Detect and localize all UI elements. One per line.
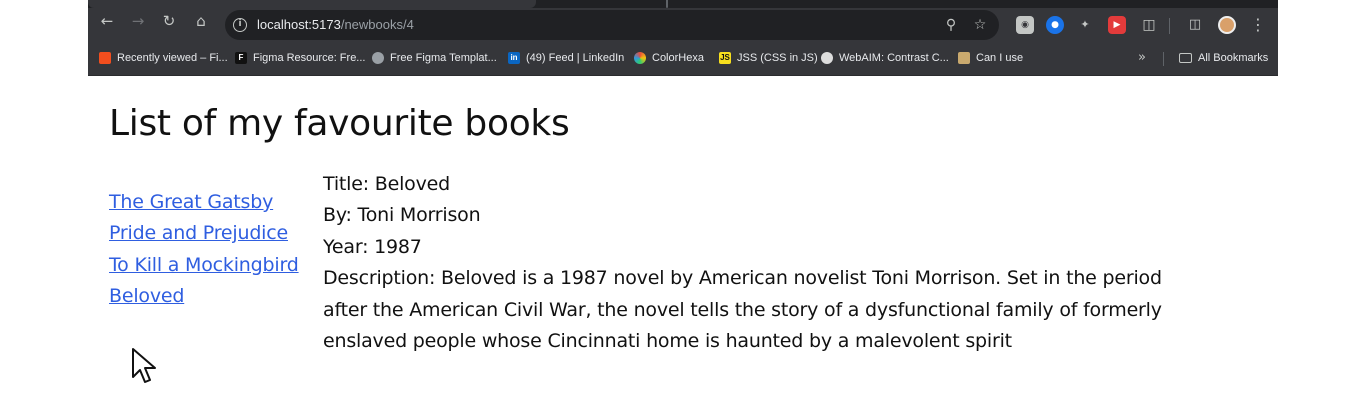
bookmark-item[interactable]: WebAIM: Contrast C... [821,50,949,66]
book-year-line: Year: 1987 [323,235,422,258]
bookmark-label: Figma Resource: Fre... [253,52,366,64]
browser-toolbar: ← → ↻ ⌂ i localhost:5173/newbooks/4 ⚲ ☆ … [88,0,1278,40]
list-item: The Great Gatsby [109,191,299,222]
menu-dots-icon[interactable]: ⋮ [1250,14,1266,36]
bookmark-label: Free Figma Templat... [390,52,497,64]
bookmark-label: JSS (CSS in JS) [737,52,818,64]
red-extension-icon[interactable]: ▶ [1108,16,1126,34]
page-content: List of my favourite books The Great Gat… [88,77,1278,408]
zoom-icon[interactable]: ⚲ [942,16,960,34]
url-path: /newbooks/4 [340,17,414,32]
globe-icon [372,52,384,64]
bookmark-item[interactable]: JS JSS (CSS in JS) [719,50,818,66]
all-bookmarks-label: All Bookmarks [1198,52,1269,64]
book-link[interactable]: To Kill a Mockingbird [109,254,299,276]
picker-extension-icon[interactable]: ✦ [1076,16,1094,34]
bookmark-item[interactable]: F Figma Resource: Fre... [235,50,365,66]
bookmarks-overflow-icon[interactable]: » [1138,50,1146,65]
bookmark-label: (49) Feed | LinkedIn [526,52,625,64]
bookmark-label: Recently viewed – Fi... [117,52,228,64]
bookmarks-bar: Recently viewed – Fi... F Figma Resource… [88,40,1278,76]
book-description: Description: Beloved is a 1987 novel by … [323,267,1162,353]
caniuse-icon [958,52,970,64]
url-text[interactable]: localhost:5173/newbooks/4 [257,17,414,32]
tab-active-edge[interactable] [88,0,536,8]
bookmark-label: ColorHexa [652,52,704,64]
bookmark-item[interactable]: Can I use [958,50,1023,66]
book-link[interactable]: The Great Gatsby [109,191,273,213]
book-details: Title: Beloved By: Toni Morrison Year: 1… [323,169,1168,357]
jss-icon: JS [719,52,731,64]
forward-icon[interactable]: → [128,11,148,31]
book-author-line: By: Toni Morrison [323,204,481,227]
bookmark-label: Can I use [976,52,1024,64]
page-title: List of my favourite books [109,103,570,144]
reload-icon[interactable]: ↻ [159,11,179,31]
tab-separator [666,0,668,8]
back-icon[interactable]: ← [97,11,117,31]
list-item: Pride and Prejudice [109,222,299,253]
book-title-line: Title: Beloved [323,173,450,195]
linkedin-icon: in [508,52,520,64]
bookmark-label: WebAIM: Contrast C... [839,52,949,64]
list-item: Beloved [109,285,299,316]
url-host: localhost:5173 [257,17,341,32]
toolbar-divider [1169,18,1170,34]
site-info-icon[interactable]: i [233,18,247,32]
mouse-cursor-icon [132,348,156,383]
profile-avatar[interactable] [1218,16,1236,34]
book-link[interactable]: Pride and Prejudice [109,222,288,244]
colorhexa-icon [634,52,646,64]
blue-extension-icon[interactable]: ● [1046,16,1064,34]
figma-resource-icon: F [235,52,247,64]
all-bookmarks-button[interactable]: All Bookmarks [1179,50,1268,66]
bookmark-star-icon[interactable]: ☆ [971,16,989,34]
list-item: To Kill a Mockingbird [109,254,299,285]
address-bar[interactable]: i localhost:5173/newbooks/4 ⚲ ☆ [225,10,999,40]
tab-strip [88,0,1278,8]
extensions-puzzle-icon[interactable]: ◫ [1140,16,1158,34]
browser-window: ← → ↻ ⌂ i localhost:5173/newbooks/4 ⚲ ☆ … [88,0,1278,408]
side-panel-icon[interactable]: ◫ [1186,16,1204,34]
webaim-icon [821,52,833,64]
book-list: The Great Gatsby Pride and Prejudice To … [109,191,299,317]
figma-icon [99,52,111,64]
bookmark-item[interactable]: ColorHexa [634,50,704,66]
book-link[interactable]: Beloved [109,285,184,307]
folder-icon [1179,53,1192,63]
bookmark-item[interactable]: Recently viewed – Fi... [99,50,228,66]
home-icon[interactable]: ⌂ [191,11,211,31]
bookmarks-divider [1163,52,1164,66]
bookmark-item[interactable]: Free Figma Templat... [372,50,497,66]
camera-extension-icon[interactable]: ◉ [1016,16,1034,34]
bookmark-item[interactable]: in (49) Feed | LinkedIn [508,50,624,66]
